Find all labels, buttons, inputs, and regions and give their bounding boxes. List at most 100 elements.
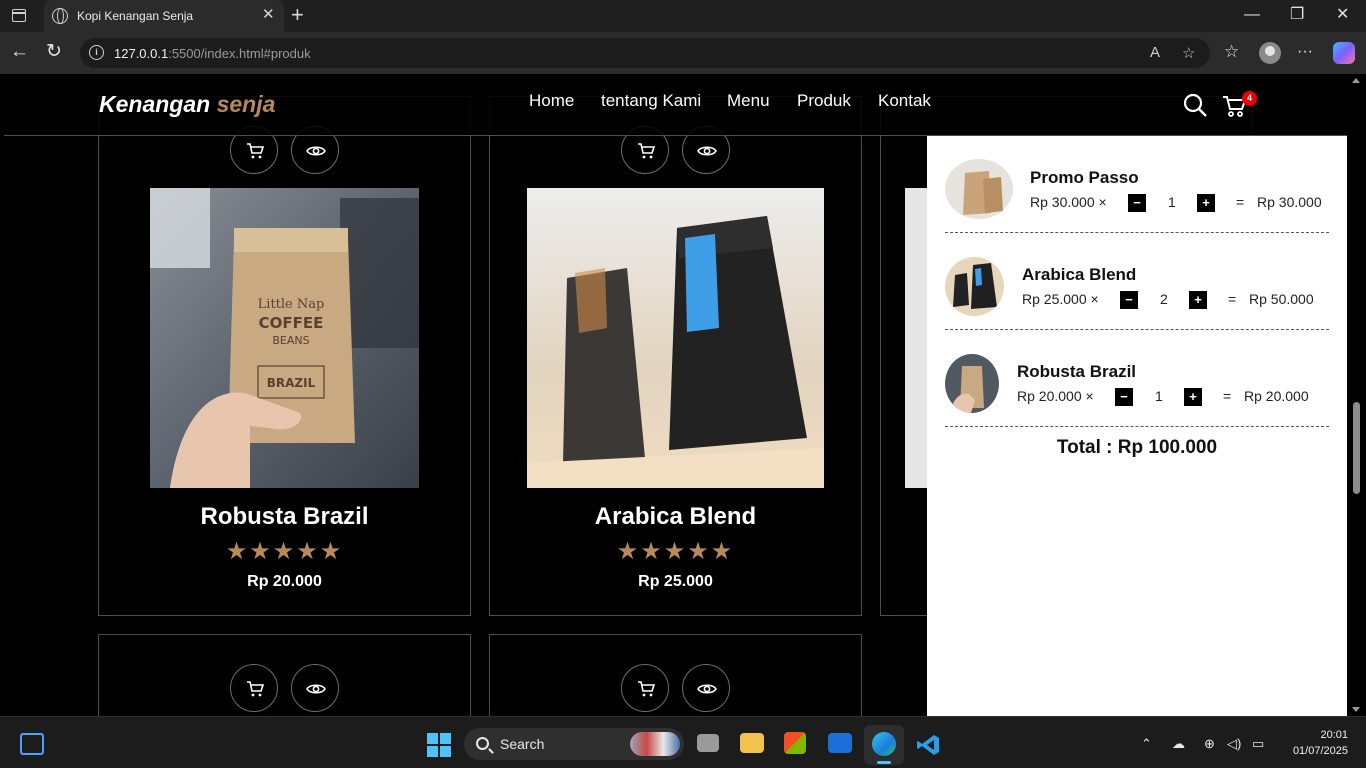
url-field[interactable]: i 127.0.0.1:5500/index.html#produk A ☆ xyxy=(80,38,1210,68)
cart-item-name: Promo Passo xyxy=(1030,168,1139,187)
scroll-down-icon[interactable] xyxy=(1352,707,1360,712)
address-bar-row: ← ↻ i 127.0.0.1:5500/index.html#produk A… xyxy=(0,32,1366,74)
browser-tab[interactable]: Kopi Kenangan Senja ✕ xyxy=(44,0,284,32)
tab-title: Kopi Kenangan Senja xyxy=(77,9,194,23)
equals-sign: = xyxy=(1236,194,1245,210)
equals-sign: = xyxy=(1228,291,1237,307)
nav-menu[interactable]: Menu xyxy=(727,91,770,111)
cart-item-price: Rp 25.000 × xyxy=(1022,291,1099,307)
profile-avatar[interactable] xyxy=(1259,42,1281,64)
active-indicator xyxy=(877,761,891,764)
show-hidden-icons[interactable]: ⌃ xyxy=(1141,736,1152,752)
shopping-cart-panel: Promo Passo Rp 30.000 × − 1 + = Rp 30.00… xyxy=(927,136,1347,716)
taskbar-search[interactable]: Search xyxy=(464,728,684,760)
eye-icon xyxy=(697,684,717,694)
nav-home[interactable]: Home xyxy=(529,91,574,111)
task-view-icon[interactable] xyxy=(697,734,719,752)
cart-item-image xyxy=(945,257,1004,316)
windows-start-icon[interactable] xyxy=(427,733,451,757)
favorites-icon[interactable]: ☆ xyxy=(1224,42,1239,62)
increase-qty-button[interactable]: + xyxy=(1197,194,1215,212)
nav-produk[interactable]: Produk xyxy=(797,91,851,111)
close-window-button[interactable]: ✕ xyxy=(1336,6,1349,24)
windows-taskbar: Search ⌃ ☁ ⊕ ◁) ▭ 20:01 01/07/2025 xyxy=(0,716,1366,768)
cart-count-badge: 4 xyxy=(1242,91,1257,106)
myhp-icon[interactable] xyxy=(828,733,852,753)
widgets-icon[interactable] xyxy=(20,733,44,755)
search-highlight-image xyxy=(630,732,680,756)
product-card xyxy=(489,634,862,716)
cart-total: Total : Rp 100.000 xyxy=(1056,437,1218,458)
clock-date[interactable]: 01/07/2025 xyxy=(1280,745,1348,757)
cart-item: Promo Passo Rp 30.000 × − 1 + = Rp 30.00… xyxy=(945,136,1329,233)
product-rating-stars: ★★★★★ xyxy=(225,538,344,565)
volume-icon[interactable]: ◁) xyxy=(1227,736,1241,752)
cart-item-name: Arabica Blend xyxy=(1022,265,1137,284)
site-logo[interactable]: Kenangan senja xyxy=(99,91,275,118)
cart-item-qty: 2 xyxy=(1160,291,1168,307)
vscode-icon[interactable] xyxy=(916,733,940,757)
back-arrow-icon[interactable]: ← xyxy=(10,42,29,62)
battery-icon[interactable]: ▭ xyxy=(1252,736,1264,752)
product-card: Little Nap COFFEE BEANS BRAZIL Robusta B… xyxy=(98,96,471,616)
decrease-qty-button[interactable]: − xyxy=(1120,291,1138,309)
increase-qty-button[interactable]: + xyxy=(1189,291,1207,309)
language-icon[interactable]: ⊕ xyxy=(1204,736,1215,752)
search-icon xyxy=(476,737,489,750)
minimize-button[interactable]: — xyxy=(1244,6,1260,24)
nav-kontak[interactable]: Kontak xyxy=(878,91,931,111)
file-explorer-icon[interactable] xyxy=(740,733,764,753)
taskbar-search-label: Search xyxy=(500,736,545,752)
copilot-icon[interactable] xyxy=(1333,42,1355,64)
scroll-thumb[interactable] xyxy=(1353,402,1360,494)
product-rating-stars: ★★★★★ xyxy=(616,538,735,565)
equals-sign: = xyxy=(1223,388,1232,404)
more-options-icon[interactable]: ··· xyxy=(1297,42,1313,62)
maximize-button[interactable]: ❐ xyxy=(1290,6,1304,24)
cart-item-subtotal: Rp 50.000 xyxy=(1249,291,1314,307)
microsoft-store-icon[interactable] xyxy=(784,732,806,754)
site-info-icon[interactable]: i xyxy=(89,45,104,60)
svg-text:BRAZIL: BRAZIL xyxy=(267,376,316,390)
read-aloud-icon[interactable]: A xyxy=(1150,44,1160,61)
product-card: Arabica Blend ★★★★★ Rp 25.000 xyxy=(489,96,862,616)
nav-tentang-kami[interactable]: tentang Kami xyxy=(601,91,701,111)
product-card xyxy=(98,634,471,716)
globe-icon xyxy=(52,8,68,24)
product-name: Arabica Blend xyxy=(594,503,757,530)
product-image: Little Nap COFFEE BEANS BRAZIL xyxy=(150,188,419,488)
eye-icon xyxy=(697,146,717,156)
svg-text:COFFEE: COFFEE xyxy=(259,314,324,332)
browser-tab-bar: Kopi Kenangan Senja ✕ + — ❐ ✕ xyxy=(0,0,1366,32)
search-icon[interactable] xyxy=(1182,92,1208,118)
eye-icon xyxy=(306,146,326,156)
web-page: Little Nap COFFEE BEANS BRAZIL Robusta B… xyxy=(4,74,1347,716)
favorite-star-icon[interactable]: ☆ xyxy=(1182,44,1195,62)
tab-actions-icon[interactable] xyxy=(12,9,26,22)
refresh-icon[interactable]: ↻ xyxy=(46,42,62,62)
page-scrollbar[interactable] xyxy=(1347,74,1366,716)
decrease-qty-button[interactable]: − xyxy=(1115,388,1133,406)
edge-icon xyxy=(872,732,896,756)
cart-item-image xyxy=(945,159,1013,219)
add-to-cart-button[interactable] xyxy=(621,664,669,712)
clock-time[interactable]: 20:01 xyxy=(1280,729,1348,741)
decrease-qty-button[interactable]: − xyxy=(1128,194,1146,212)
product-name: Robusta Brazil xyxy=(200,503,369,530)
product-price: Rp 20.000 xyxy=(247,573,322,590)
add-to-cart-button[interactable] xyxy=(230,664,278,712)
scroll-up-icon[interactable] xyxy=(1352,78,1360,83)
edge-taskbar-button[interactable] xyxy=(864,725,904,765)
view-detail-button[interactable] xyxy=(291,664,339,712)
cart-icon xyxy=(638,681,656,697)
eye-icon xyxy=(306,684,326,694)
cart-icon xyxy=(638,143,656,159)
cart-item-price: Rp 30.000 × xyxy=(1030,194,1107,210)
increase-qty-button[interactable]: + xyxy=(1184,388,1202,406)
product-price: Rp 25.000 xyxy=(638,573,713,590)
cart-item-subtotal: Rp 30.000 xyxy=(1257,194,1322,210)
new-tab-button[interactable]: + xyxy=(291,4,304,26)
view-detail-button[interactable] xyxy=(682,664,730,712)
tab-close-icon[interactable]: ✕ xyxy=(262,7,275,23)
onedrive-icon[interactable]: ☁ xyxy=(1172,736,1185,752)
